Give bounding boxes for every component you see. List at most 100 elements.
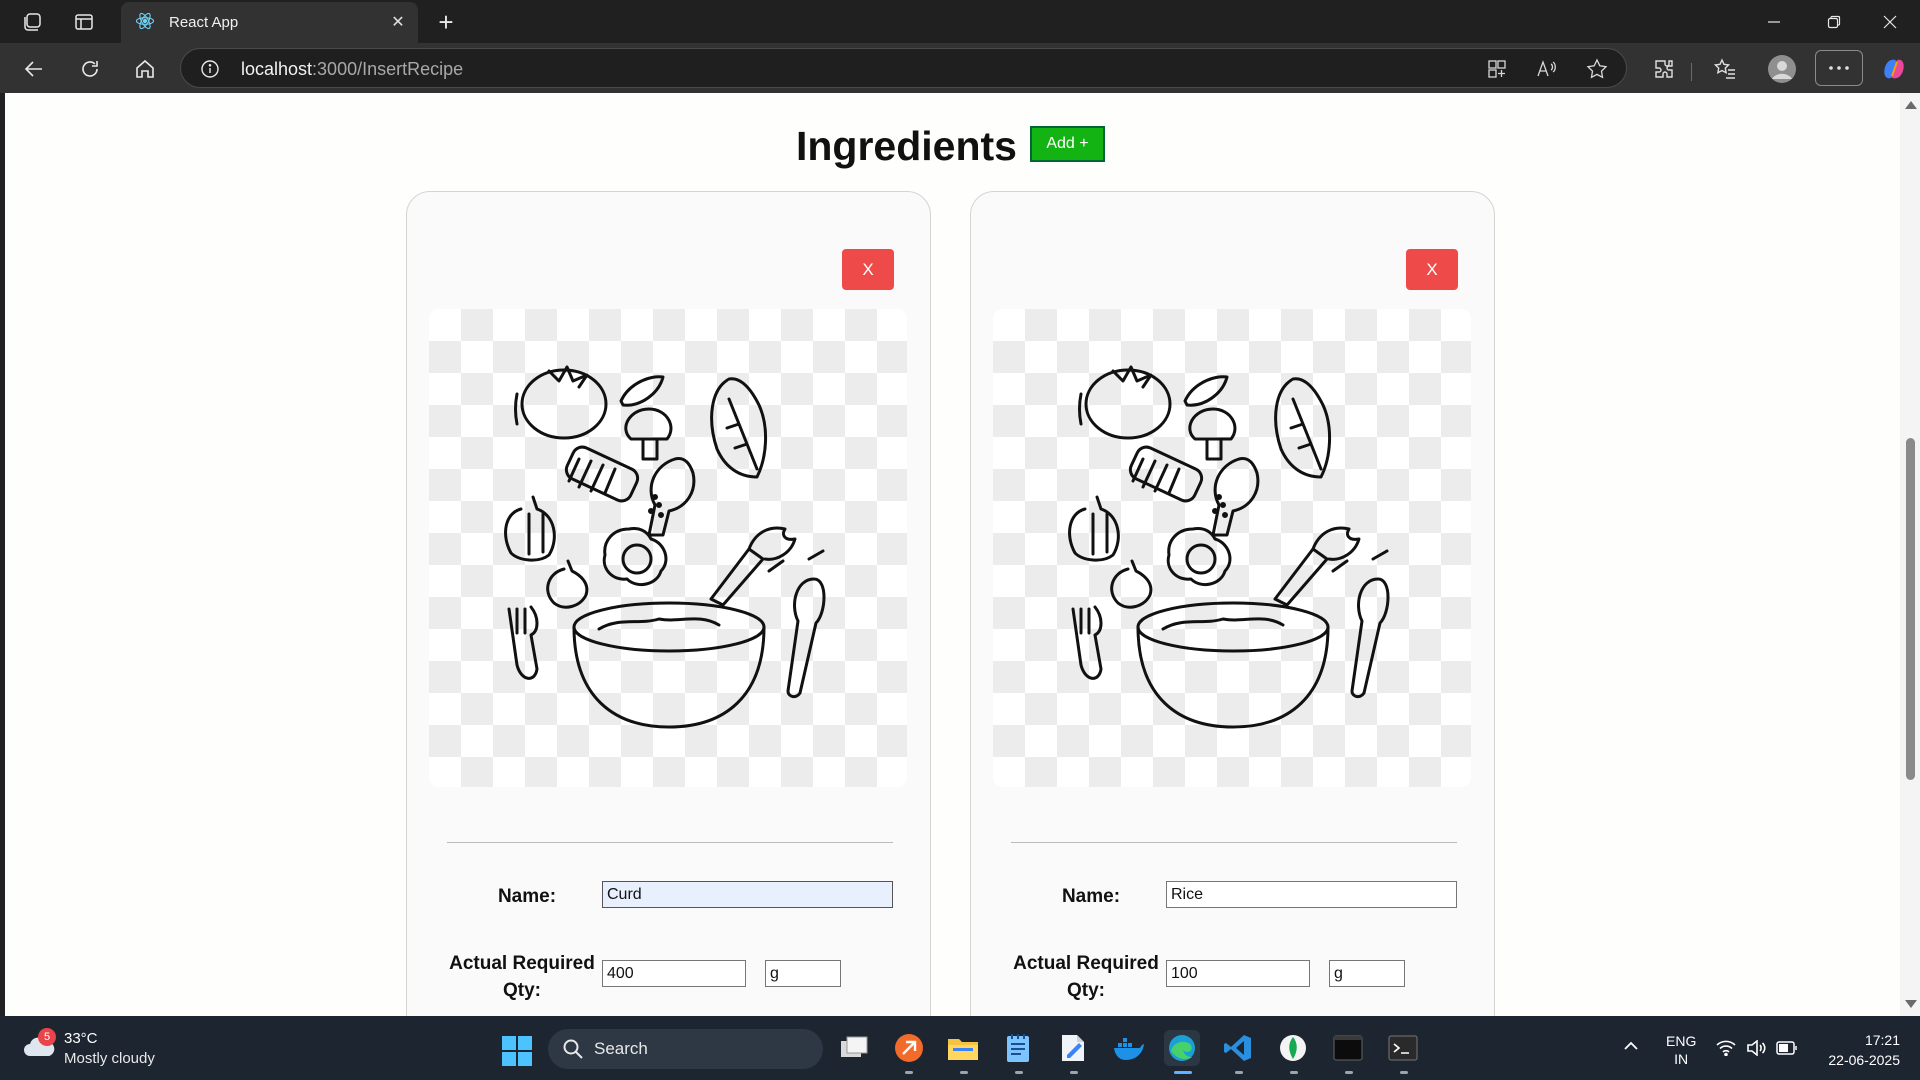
ingredient-name-input[interactable] <box>1166 881 1457 908</box>
name-label: Name: <box>1061 886 1121 907</box>
edge-browser-icon[interactable] <box>1164 1030 1200 1066</box>
qty-label-line1: Actual Required <box>449 953 595 974</box>
favorite-star-icon[interactable] <box>1585 57 1609 81</box>
taskbar-running-indicator <box>1015 1071 1023 1074</box>
extensions-icon[interactable] <box>1648 53 1680 85</box>
url-host: localhost <box>241 59 313 79</box>
page-title: Ingredients <box>796 123 1017 169</box>
minimize-icon[interactable] <box>1754 8 1794 36</box>
battery-icon[interactable] <box>1776 1041 1798 1058</box>
region-code: IN <box>1674 1051 1689 1067</box>
volume-icon[interactable] <box>1746 1039 1766 1059</box>
vertical-tabs-icon[interactable] <box>70 8 98 36</box>
restore-icon[interactable] <box>1814 8 1854 36</box>
remove-ingredient-button[interactable]: X <box>1406 249 1458 290</box>
page-viewport: Ingredients Add + X Name: Curd Actual Re… <box>5 93 1900 1016</box>
ingredient-card: X <box>970 191 1495 1016</box>
taskbar-running-indicator <box>1345 1071 1353 1074</box>
docker-icon[interactable] <box>1110 1030 1146 1066</box>
wifi-icon[interactable] <box>1716 1040 1736 1059</box>
vscode-icon[interactable] <box>1220 1030 1256 1066</box>
browser-toolbar: localhost:3000/InsertRecipe <box>0 43 1920 93</box>
clock-time: 17:21 <box>1864 1032 1900 1048</box>
swift-app-icon[interactable] <box>891 1030 927 1066</box>
unit-input[interactable] <box>765 960 841 987</box>
ingredient-image[interactable] <box>993 309 1471 787</box>
weather-condition: Mostly cloudy <box>64 1050 155 1067</box>
browser-tab-active[interactable]: React App ✕ <box>121 2 418 43</box>
address-bar[interactable]: localhost:3000/InsertRecipe <box>180 48 1627 88</box>
card-divider <box>447 842 893 843</box>
taskbar-running-indicator <box>1290 1071 1298 1074</box>
add-ingredient-button[interactable]: Add + <box>1030 126 1105 162</box>
favorites-icon[interactable] <box>1709 53 1741 85</box>
command-prompt-icon[interactable] <box>1385 1030 1421 1066</box>
system-clock[interactable]: 17:21 22-06-2025 <box>1816 1030 1900 1070</box>
weather-alert-badge: 5 <box>38 1028 56 1046</box>
terminal-icon[interactable] <box>1330 1030 1366 1066</box>
scroll-up-arrow-icon[interactable] <box>1905 101 1917 109</box>
scrollbar-thumb[interactable] <box>1906 438 1915 780</box>
weather-temperature: 33°C <box>64 1030 98 1047</box>
new-tab-icon[interactable]: + <box>432 7 460 37</box>
read-aloud-icon[interactable] <box>1535 57 1559 81</box>
food-doodle-illustration <box>1068 365 1390 729</box>
name-label: Name: <box>497 886 557 907</box>
qty-label-line2: Qty: <box>1067 980 1105 1001</box>
weather-widget[interactable]: 5 33°C Mostly cloudy <box>18 1028 188 1070</box>
app-available-icon[interactable] <box>1485 57 1509 81</box>
search-icon <box>563 1039 583 1059</box>
taskbar-running-indicator <box>960 1071 968 1074</box>
site-info-icon[interactable] <box>199 58 221 80</box>
task-view-icon[interactable] <box>836 1030 872 1066</box>
quantity-input[interactable] <box>1166 960 1310 987</box>
react-logo-icon <box>135 11 155 35</box>
close-window-icon[interactable] <box>1870 8 1910 36</box>
show-hidden-icons-chevron-icon[interactable] <box>1623 1038 1639 1054</box>
ingredients-header: Ingredients Add + <box>5 123 1805 183</box>
remove-ingredient-button[interactable]: X <box>842 249 894 290</box>
tab-close-icon[interactable]: ✕ <box>388 12 408 32</box>
url-path: :3000/InsertRecipe <box>312 59 464 79</box>
notepad-icon[interactable] <box>1000 1030 1036 1066</box>
search-label: Search <box>594 1039 648 1058</box>
more-options-icon[interactable] <box>1815 50 1863 86</box>
language-indicator[interactable]: ENG IN <box>1666 1032 1696 1068</box>
mongodb-compass-icon[interactable] <box>1275 1030 1311 1066</box>
quantity-input[interactable] <box>602 960 746 987</box>
ingredient-card: X <box>406 191 931 1016</box>
scroll-down-arrow-icon[interactable] <box>1905 1000 1917 1008</box>
url-text[interactable]: localhost:3000/InsertRecipe <box>241 59 463 80</box>
qty-label-line1: Actual Required <box>1013 953 1159 974</box>
taskbar-running-indicator <box>1235 1071 1243 1074</box>
taskbar-running-indicator <box>905 1071 913 1074</box>
toolbar-separator <box>1691 63 1692 81</box>
unit-input[interactable] <box>1329 960 1405 987</box>
page-scrollbar[interactable] <box>1900 93 1920 1016</box>
refresh-icon[interactable] <box>74 53 106 85</box>
tab-title: React App <box>169 14 239 31</box>
taskbar-active-indicator <box>1174 1071 1192 1074</box>
copilot-icon[interactable] <box>1878 53 1910 85</box>
browser-tab-bar: React App ✕ + <box>0 0 1920 43</box>
qty-label-line2: Qty: <box>503 980 541 1001</box>
ingredient-image[interactable] <box>429 309 907 787</box>
workspaces-icon[interactable] <box>18 8 46 36</box>
ingredient-name-input[interactable] <box>602 881 893 908</box>
back-icon[interactable] <box>18 53 50 85</box>
food-doodle-illustration <box>504 365 826 729</box>
home-icon[interactable] <box>129 53 161 85</box>
card-divider <box>1011 842 1457 843</box>
file-explorer-icon[interactable] <box>945 1030 981 1066</box>
document-editor-icon[interactable] <box>1055 1030 1091 1066</box>
clock-date: 22-06-2025 <box>1828 1052 1900 1068</box>
language-code: ENG <box>1666 1033 1697 1049</box>
windows-start-icon[interactable] <box>502 1036 532 1066</box>
profile-avatar-icon[interactable] <box>1766 53 1798 85</box>
taskbar-running-indicator <box>1400 1071 1408 1074</box>
taskbar-running-indicator <box>1070 1071 1078 1074</box>
taskbar-search[interactable]: Search <box>548 1029 823 1069</box>
windows-taskbar: 5 33°C Mostly cloudy Search ENG IN 17:21… <box>0 1016 1920 1080</box>
qty-label: Actual Required Qty: <box>447 950 597 1004</box>
qty-label: Actual Required Qty: <box>1011 950 1161 1004</box>
